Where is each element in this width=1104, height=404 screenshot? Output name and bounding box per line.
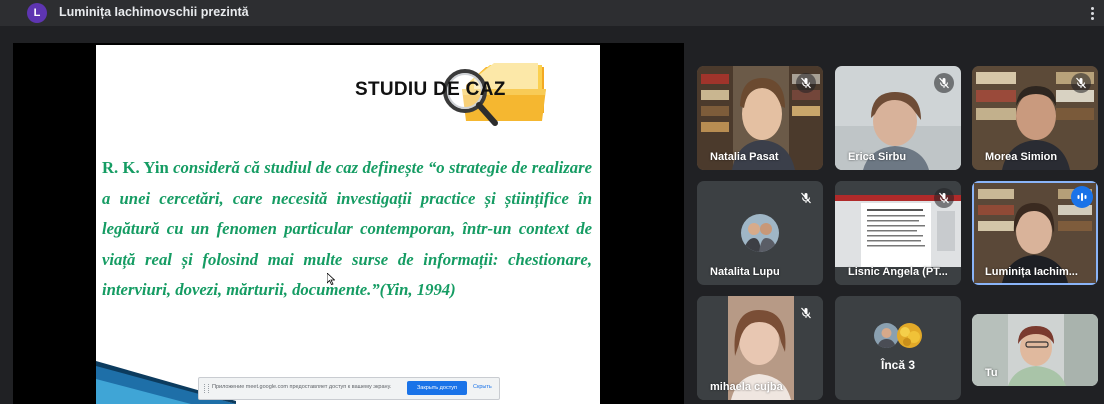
mic-off-icon: [934, 73, 954, 93]
participant-name: Lisnic Angela (PT...: [848, 266, 948, 278]
avatar: [897, 323, 922, 348]
participant-tile[interactable]: Lisnic Angela (PT...: [835, 181, 961, 285]
screen-share-notification: Приложение meet.google.com предоставляет…: [198, 377, 500, 400]
slide-body: R. K. Yin consideră că studiul de caz de…: [102, 153, 592, 306]
more-vert-icon: [1090, 6, 1094, 21]
presenter-avatar: L: [27, 3, 47, 23]
mic-off-icon: [796, 188, 816, 208]
slide-author: R. K. Yin: [102, 158, 169, 177]
group-avatars: [874, 323, 926, 349]
presenter-bar: L Luminița Iachimovschii prezintă: [0, 0, 1104, 26]
share-message: Приложение meet.google.com предоставляет…: [212, 384, 392, 390]
mic-off-icon: [796, 303, 816, 323]
mic-off-icon: [796, 73, 816, 93]
avatar: [741, 214, 779, 252]
participant-tile[interactable]: Erica Sirbu: [835, 66, 961, 170]
participant-tile[interactable]: Natalia Pasat: [697, 66, 823, 170]
avatar: [874, 323, 899, 348]
participant-name: Morea Simion: [985, 151, 1058, 163]
drag-handle-icon[interactable]: [204, 384, 209, 393]
self-view-tile[interactable]: Tu: [972, 314, 1098, 386]
cursor-icon: [327, 273, 335, 285]
mic-off-icon: [1071, 73, 1091, 93]
audio-level-icon: [1071, 186, 1093, 208]
presentation-slide: STUDIU DE CAZ R. K. Yin consideră că stu…: [96, 45, 600, 404]
participant-tile[interactable]: Morea Simion: [972, 66, 1098, 170]
participant-name: Tu: [985, 367, 998, 379]
participant-tile[interactable]: Natalita Lupu: [697, 181, 823, 285]
more-participants-tile[interactable]: Încă 3: [835, 296, 961, 400]
slide-title: STUDIU DE CAZ: [355, 79, 506, 100]
participant-tile[interactable]: mihaela cujba: [697, 296, 823, 400]
participant-name: mihaela cujba: [710, 381, 783, 393]
participant-name: Luminița Iachim...: [985, 266, 1078, 278]
participant-name: Natalia Pasat: [710, 151, 779, 163]
presenter-label: Luminița Iachimovschii prezintă: [59, 5, 249, 19]
participant-name: Erica Sirbu: [848, 151, 907, 163]
mic-off-icon: [934, 188, 954, 208]
participant-tile-active-speaker[interactable]: Luminița Iachim...: [972, 181, 1098, 285]
more-options-button[interactable]: [1082, 2, 1102, 24]
more-participants-label: Încă 3: [880, 358, 916, 372]
stop-sharing-button[interactable]: Закрыть доступ: [407, 381, 467, 395]
slide-body-text: consideră că studiul de caz definește “o…: [102, 158, 592, 299]
participant-name: Natalita Lupu: [710, 266, 780, 278]
hide-banner-link[interactable]: Скрыть: [473, 384, 492, 390]
